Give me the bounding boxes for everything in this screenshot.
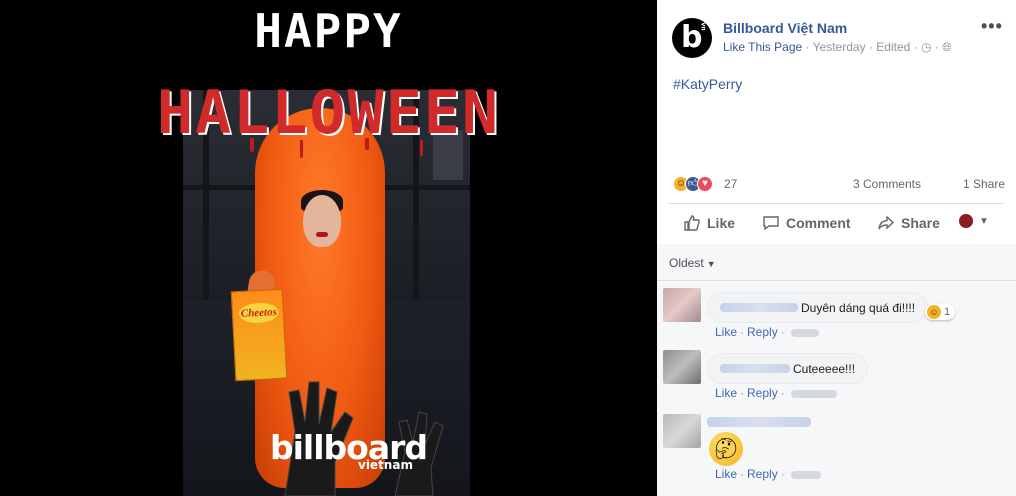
like-button[interactable]: Like	[683, 214, 735, 232]
share-label: Share	[901, 215, 940, 231]
halloween-title-halloween: HALLOWEEN	[156, 78, 501, 148]
commenter-name[interactable]	[720, 364, 790, 374]
comment-button[interactable]: Comment	[762, 214, 851, 232]
post-time[interactable]: Yesterday	[813, 40, 866, 54]
comment-time[interactable]	[790, 389, 837, 398]
comment-bubble: Duyên dáng quá đi!!!!	[707, 292, 929, 323]
commenter-avatar[interactable]	[663, 414, 701, 448]
post-as-selector[interactable]: ▼	[959, 214, 989, 228]
lips	[316, 232, 328, 237]
comment-reaction-count: 1	[944, 306, 951, 318]
shares-count[interactable]: 1 Share	[963, 177, 1005, 191]
share-arrow-icon	[878, 215, 895, 230]
halloween-title-happy: HAPPY	[254, 4, 403, 58]
comment-like-link[interactable]: Like	[715, 325, 737, 339]
billboard-logo-sub: vietnam	[358, 458, 413, 472]
comment-like-link[interactable]: Like	[715, 386, 737, 400]
comment-reply-link[interactable]: Reply	[747, 386, 778, 400]
comment-bubble: Cuteeeee!!!	[707, 353, 869, 384]
comment-actions: Like · Reply ·	[715, 325, 819, 339]
caret-down-icon: ▼	[706, 259, 716, 269]
comment-time[interactable]	[790, 470, 821, 479]
snack-bag: Cheetos	[230, 288, 288, 382]
clock-icon: ◷	[920, 40, 932, 54]
bag-label: Cheetos	[238, 301, 280, 325]
globe-icon[interactable]: 🌐︎	[942, 40, 952, 54]
commenter-avatar[interactable]	[663, 350, 701, 384]
comments-section: Oldest ▼ Duyên dáng quá đi!!!! ☺ 1 Like · Re…	[657, 244, 1016, 496]
divider	[657, 280, 1016, 281]
post-panel: b vn Billboard Việt Nam Like This Page ·…	[657, 0, 1016, 496]
reactions-bar: ☺ 👍︎ ♥ 27 3 Comments 1 Share	[673, 174, 1005, 194]
sort-label: Oldest	[669, 256, 704, 270]
comment-like-link[interactable]: Like	[715, 467, 737, 481]
comment-icon	[763, 216, 779, 231]
face	[303, 195, 341, 247]
post-header: b vn Billboard Việt Nam Like This Page ·…	[657, 0, 1016, 70]
thumbs-up-icon	[684, 215, 700, 231]
edited-label[interactable]: Edited	[876, 40, 910, 54]
haha-reaction-icon: ☺	[927, 305, 941, 319]
meta-dot: ·	[913, 40, 921, 54]
photo-viewer[interactable]: HAPPY Cheetos HALLOWEEN billboard vietna…	[0, 0, 657, 496]
comment-reaction-badge[interactable]: ☺ 1	[925, 304, 956, 320]
like-label: Like	[707, 215, 736, 231]
page-name[interactable]: Billboard Việt Nam	[723, 20, 847, 36]
share-button[interactable]: Share	[877, 214, 940, 232]
commenter-name[interactable]	[707, 417, 811, 427]
thinking-face-icon: 🤔︎	[709, 432, 743, 466]
comment-text: Duyên dáng quá đi!!!!	[801, 300, 916, 315]
sort-dropdown[interactable]: Oldest ▼	[669, 256, 716, 270]
hashtag-link[interactable]: #KatyPerry	[673, 76, 742, 92]
comment-label: Comment	[786, 215, 851, 231]
more-options-icon[interactable]: •••	[981, 16, 1003, 37]
page-avatar[interactable]: b vn	[672, 18, 712, 58]
comment-reply-link[interactable]: Reply	[747, 467, 778, 481]
chevron-down-icon: ▼	[979, 215, 989, 227]
comment-text: Cuteeeee!!!	[793, 361, 856, 376]
meta-dot: ·	[805, 40, 813, 54]
comment-actions: Like · Reply ·	[715, 467, 821, 481]
post-actions: Like Comment Share ▼	[669, 204, 1004, 242]
love-reaction-icon[interactable]: ♥	[697, 176, 713, 192]
page-mini-avatar	[959, 214, 973, 228]
post-meta: Like This Page · Yesterday · Edited · ◷ …	[723, 40, 952, 55]
comment-time[interactable]	[790, 328, 819, 337]
comments-count[interactable]: 3 Comments	[853, 177, 921, 191]
reaction-count[interactable]: 27	[724, 177, 737, 191]
like-page-link[interactable]: Like This Page	[723, 40, 802, 54]
commenter-avatar[interactable]	[663, 288, 701, 322]
comment-reply-link[interactable]: Reply	[747, 325, 778, 339]
comment-actions: Like · Reply ·	[715, 386, 837, 400]
commenter-name[interactable]	[720, 303, 798, 313]
avatar-vn-glyph: vn	[699, 22, 707, 31]
